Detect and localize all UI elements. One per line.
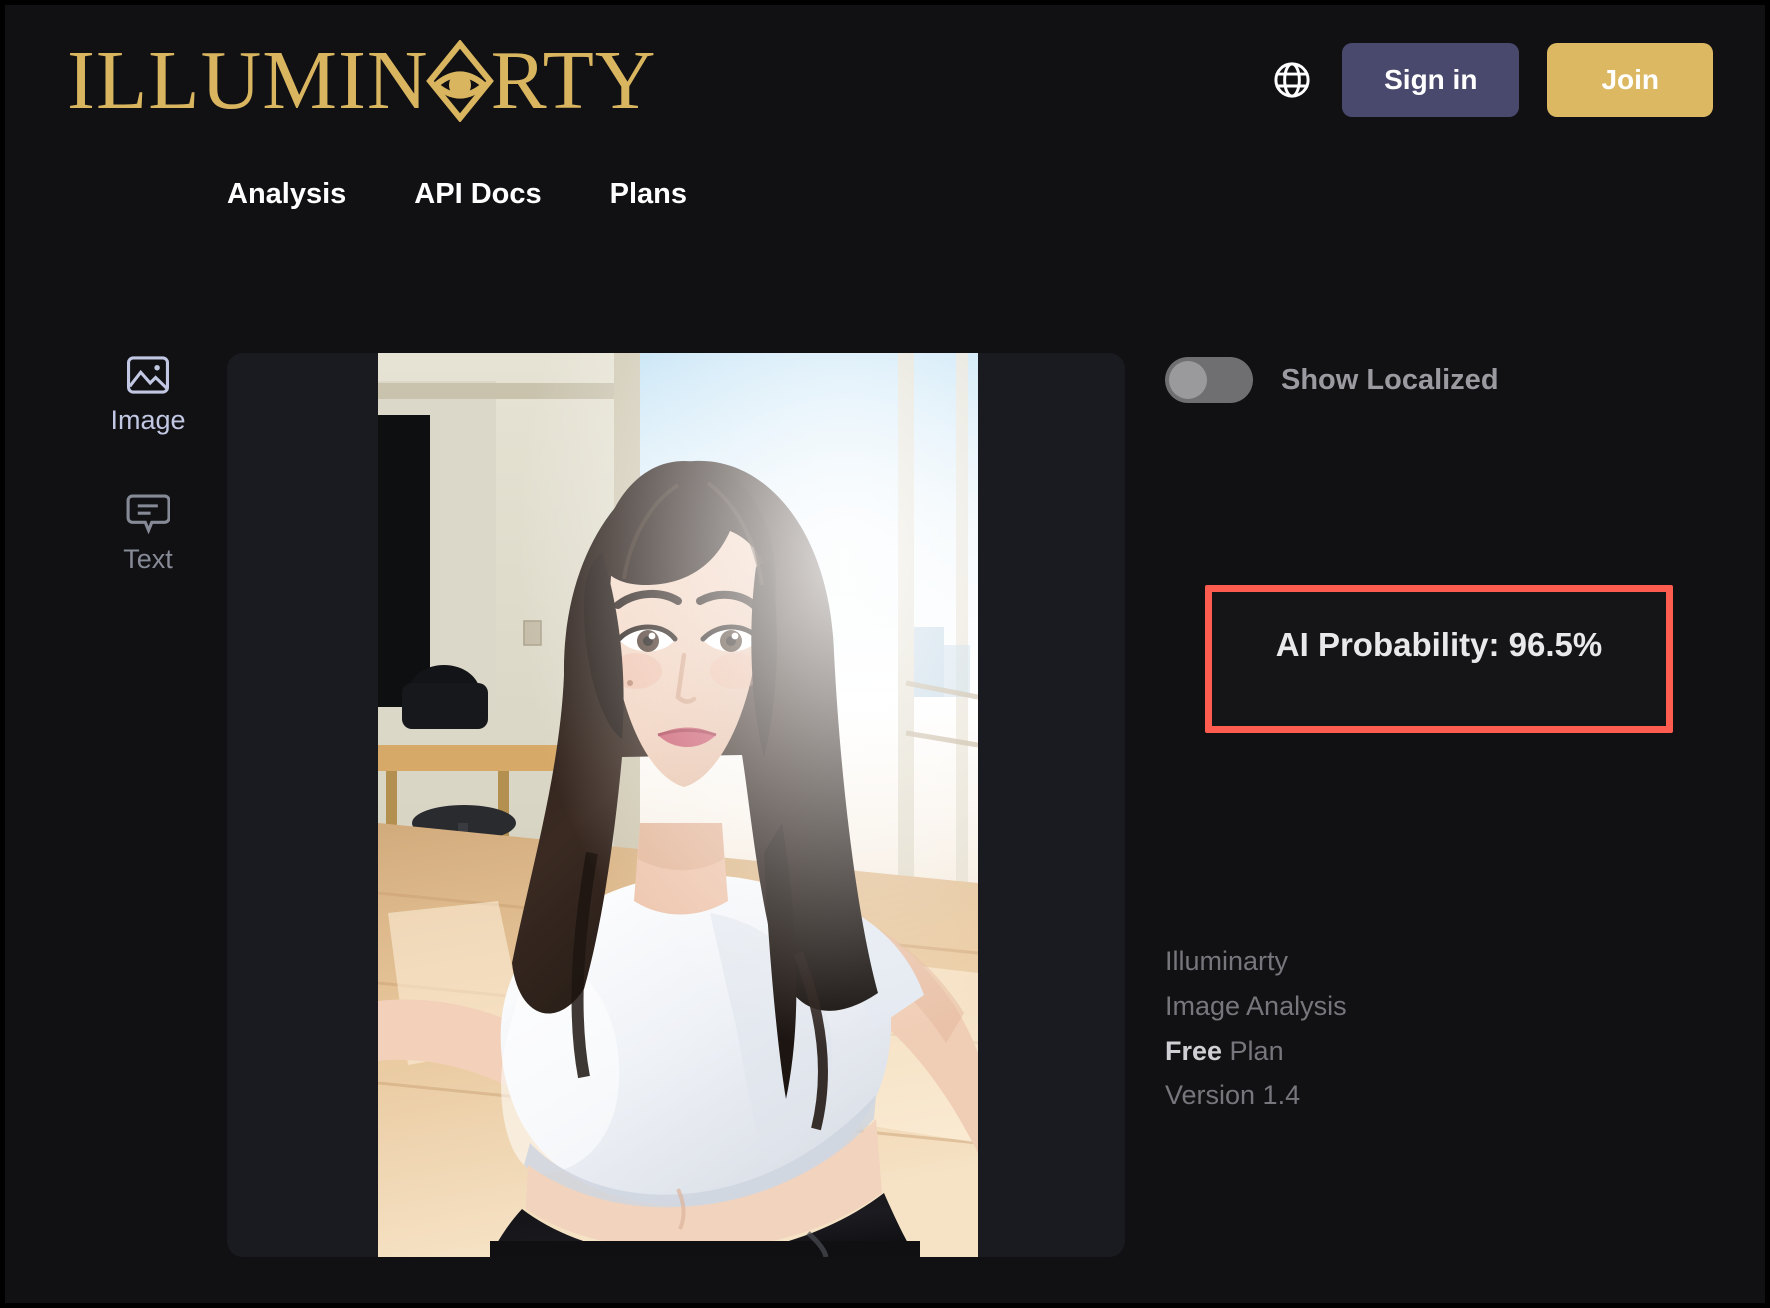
nav-item-analysis[interactable]: Analysis [227,180,346,209]
nav-item-api-docs[interactable]: API Docs [414,180,541,209]
meta-version: Version 1.4 [1165,1080,1301,1111]
globe-icon[interactable] [1270,58,1314,102]
analysis-meta: Illuminarty Image Analysis Free Plan Ver… [1165,945,1347,1113]
primary-nav: Analysis API Docs Plans [227,180,687,209]
sign-in-button[interactable]: Sign in [1342,43,1520,117]
ai-probability-box: AI Probability: 96.5% [1205,585,1673,733]
sidebar-item-label-text: Text [123,544,173,574]
app-window: ILLUMIN RTY Sign in Join Analysis API Do… [0,0,1770,1308]
show-localized-row: Show Localized [1165,357,1499,403]
sidebar-item-label-image: Image [110,405,186,435]
show-localized-toggle[interactable] [1165,357,1253,403]
results-column: Show Localized AI Probability: 96.5% Ill… [1165,345,1725,1303]
header-actions: Sign in Join [1270,43,1713,117]
site-logo[interactable]: ILLUMIN RTY [67,33,657,129]
uploaded-image[interactable] [378,353,978,1257]
ai-probability-text: AI Probability: 96.5% [1275,626,1603,663]
sidebar-item-text[interactable]: Text [123,492,173,573]
meta-plan: Free Plan [1165,1035,1347,1069]
mode-rail: Image Text [83,355,213,573]
logo-text-before: ILLUMIN [67,34,429,127]
meta-brand: Illuminarty [1165,946,1289,976]
meta-plan-suffix: Plan [1222,1035,1284,1066]
eye-in-triangle-icon [425,40,494,122]
meta-plan-name: Free [1165,1035,1223,1066]
image-preview-panel [227,353,1125,1257]
show-localized-label: Show Localized [1281,363,1499,396]
toggle-knob [1169,361,1207,399]
logo-text-after: RTY [490,34,657,127]
main-content: Image Text Show Localized AI Probability… [5,345,1765,1303]
join-button[interactable]: Join [1547,43,1713,117]
picture-icon [126,355,170,395]
site-header: ILLUMIN RTY Sign in Join Analysis API Do… [5,5,1765,209]
sidebar-item-image[interactable]: Image [110,355,186,435]
speech-bubble-icon [126,492,170,534]
nav-item-plans[interactable]: Plans [610,180,687,209]
meta-product: Image Analysis [1165,990,1347,1021]
